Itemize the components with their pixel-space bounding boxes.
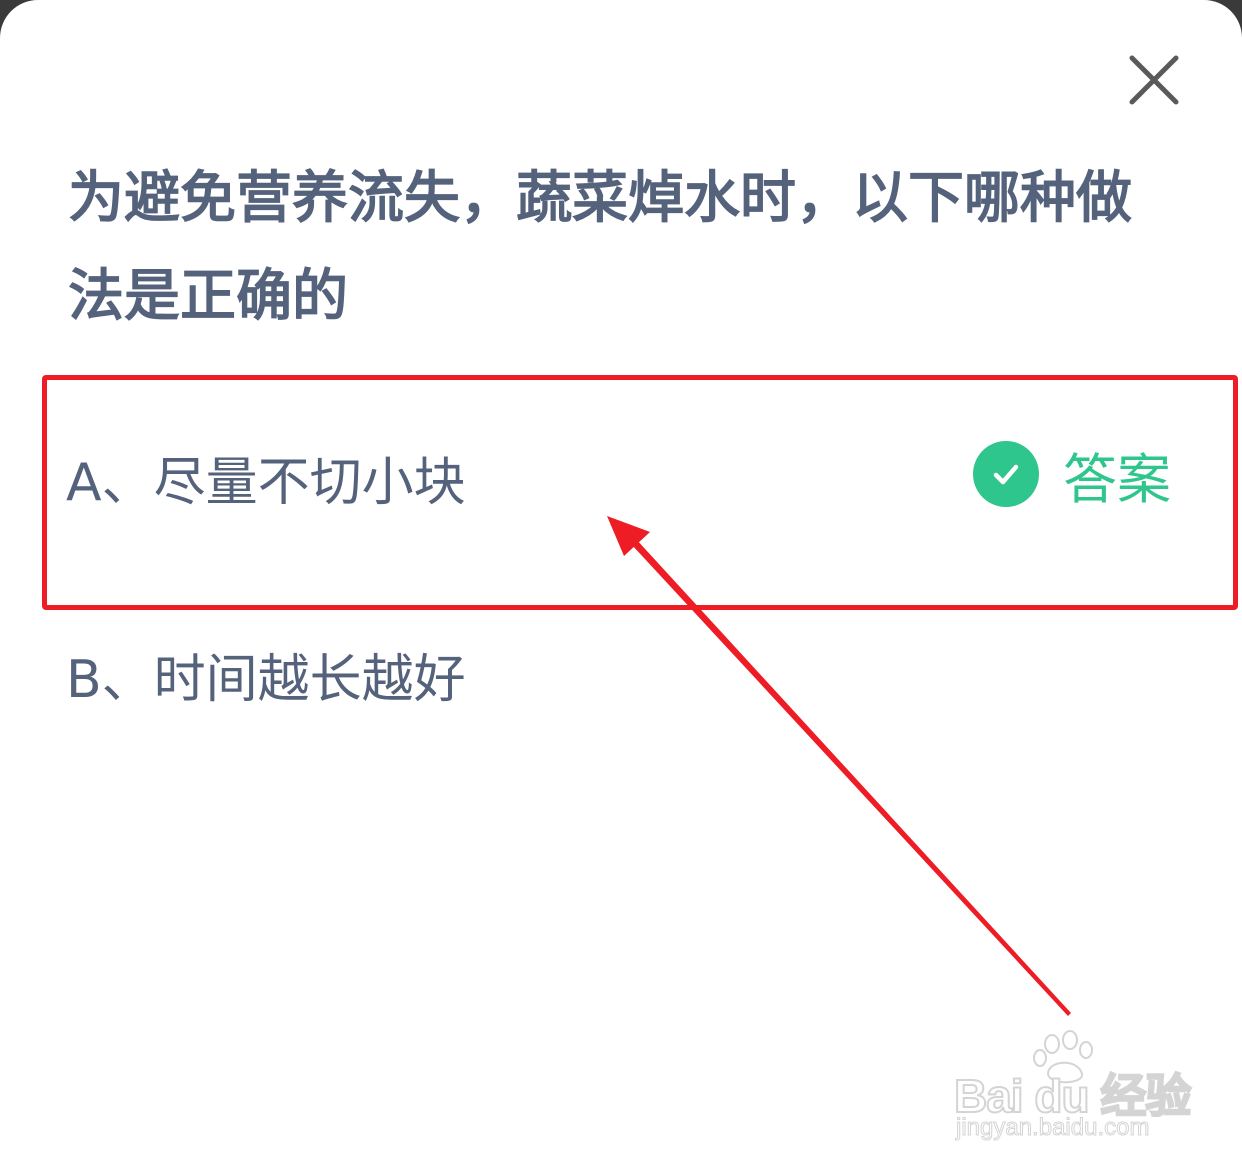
paw-icon [1033, 1030, 1093, 1084]
option-b[interactable]: B、时间越长越好 [66, 637, 466, 712]
quiz-dialog: 为避免营养流失，蔬菜焯水时，以下哪种做法是正确的 A、尽量不切小块 答案 B、时… [0, 0, 1242, 1168]
answer-tag: 答案 [973, 440, 1171, 511]
watermark-brand: Bai du 经验 [953, 1069, 1192, 1123]
watermark: Bai du 经验 jingyan.baidu.com [948, 1030, 1192, 1150]
watermark-url: jingyan.baidu.com [955, 1114, 1150, 1142]
question-text: 为避免营养流失，蔬菜焯水时，以下哪种做法是正确的 [68, 166, 1132, 329]
option-a[interactable]: A、尽量不切小块 [66, 440, 466, 515]
check-circle-icon [973, 441, 1039, 507]
close-button[interactable] [1124, 50, 1184, 110]
close-icon [1129, 55, 1179, 105]
answer-label: 答案 [1063, 447, 1171, 511]
